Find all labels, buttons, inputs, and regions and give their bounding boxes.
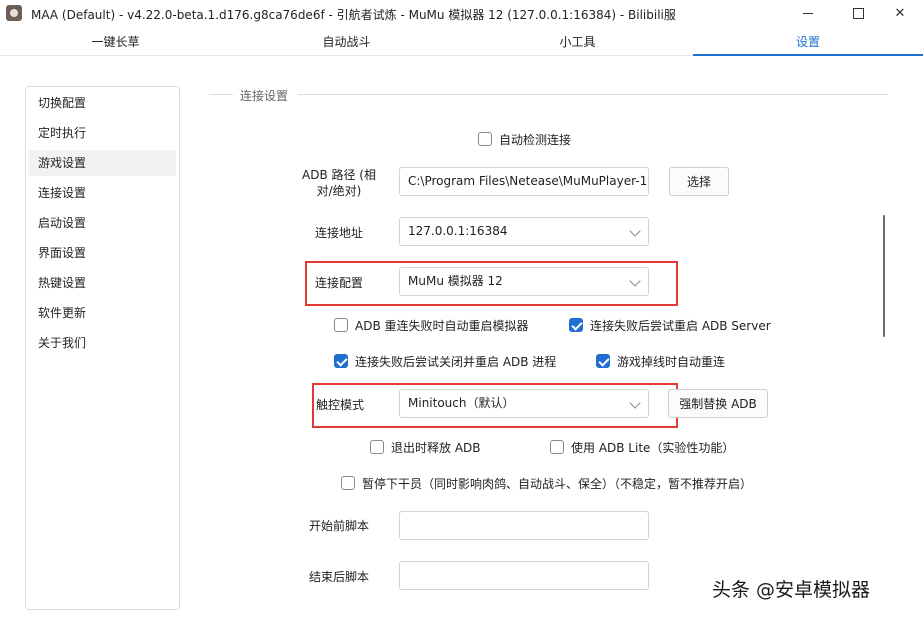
chevron-down-icon	[629, 225, 641, 237]
kill-restart-adb-label: 连接失败后尝试关闭并重启 ADB 进程	[355, 355, 557, 369]
section-title: 连接设置	[240, 89, 289, 103]
sidebar-item-startup[interactable]: 启动设置	[28, 210, 176, 236]
sidebar-item-switch-config[interactable]: 切换配置	[28, 90, 176, 116]
restart-adb-server-label: 连接失败后尝试重启 ADB Server	[590, 319, 771, 333]
restart-adb-server-checkbox[interactable]	[569, 318, 583, 332]
adb-path-input[interactable]: C:\Program Files\Netease\MuMuPlayer-1	[399, 167, 649, 196]
connection-config-value: MuMu 模拟器 12	[408, 274, 503, 288]
section-divider-right	[298, 94, 888, 95]
window-title: MAA (Default) - v4.22.0-beta.1.d176.g8ca…	[31, 8, 676, 22]
settings-sidebar: 切换配置 定时执行 游戏设置 连接设置 启动设置 界面设置 热键设置 软件更新 …	[25, 86, 180, 610]
tab-auto-battle[interactable]: 自动战斗	[231, 27, 462, 55]
tab-settings[interactable]: 设置	[693, 27, 923, 56]
title-bar: MAA (Default) - v4.22.0-beta.1.d176.g8ca…	[0, 0, 923, 27]
auto-detect-label: 自动检测连接	[499, 133, 572, 147]
adb-lite-checkbox[interactable]	[550, 440, 564, 454]
sidebar-item-about[interactable]: 关于我们	[28, 330, 176, 356]
adb-lite-label: 使用 ADB Lite（实验性功能）	[571, 441, 735, 455]
close-icon: ✕	[894, 6, 906, 21]
tab-one-click[interactable]: 一键长草	[0, 27, 231, 55]
pre-script-label: 开始前脚本	[308, 519, 369, 533]
auto-reconnect-label: 游戏掉线时自动重连	[617, 355, 726, 369]
pause-operator-checkbox[interactable]	[341, 476, 355, 490]
restart-emulator-label: ADB 重连失败时自动重启模拟器	[355, 319, 529, 333]
sidebar-item-connection[interactable]: 连接设置	[28, 180, 176, 206]
address-label: 连接地址	[314, 226, 363, 240]
release-adb-checkbox[interactable]	[370, 440, 384, 454]
post-script-label: 结束后脚本	[308, 570, 369, 584]
adb-path-label-line2: 对/绝对)	[316, 184, 362, 198]
chevron-down-icon	[629, 275, 641, 287]
sidebar-item-game-settings[interactable]: 游戏设置	[28, 150, 176, 176]
section-divider-left	[209, 94, 233, 95]
sidebar-item-updates[interactable]: 软件更新	[28, 300, 176, 326]
maximize-icon	[852, 8, 864, 19]
tab-tools[interactable]: 小工具	[462, 27, 693, 55]
kill-restart-adb-checkbox[interactable]	[334, 354, 348, 368]
watermark: 头条 @安卓模拟器	[712, 579, 871, 601]
sidebar-item-hotkeys[interactable]: 热键设置	[28, 270, 176, 296]
adb-path-label-line1: ADB 路径 (相	[302, 168, 376, 182]
pre-script-input[interactable]	[399, 511, 649, 540]
minimize-icon	[803, 13, 813, 14]
minimize-button[interactable]	[785, 0, 831, 27]
address-value: 127.0.0.1:16384	[408, 224, 508, 238]
touch-mode-value: Minitouch（默认）	[408, 396, 515, 410]
touch-mode-label: 触控模式	[315, 398, 364, 412]
chevron-down-icon	[629, 397, 641, 409]
connection-config-label: 连接配置	[314, 276, 363, 290]
adb-path-label: ADB 路径 (相 对/绝对)	[296, 167, 382, 199]
post-script-input[interactable]	[399, 561, 649, 590]
auto-reconnect-checkbox[interactable]	[596, 354, 610, 368]
force-replace-adb-button[interactable]: 强制替换 ADB	[668, 389, 768, 418]
address-combobox[interactable]: 127.0.0.1:16384	[399, 217, 649, 246]
main-tab-bar: 一键长草 自动战斗 小工具 设置	[0, 27, 923, 56]
pause-operator-label: 暂停下干员（同时影响肉鸽、自动战斗、保全）（不稳定，暂不推荐开启）	[362, 477, 753, 491]
vertical-scrollbar[interactable]	[883, 215, 885, 337]
connection-config-combobox[interactable]: MuMu 模拟器 12	[399, 267, 649, 296]
maximize-button[interactable]	[835, 0, 881, 27]
sidebar-item-ui[interactable]: 界面设置	[28, 240, 176, 266]
auto-detect-checkbox[interactable]	[478, 132, 492, 146]
touch-mode-combobox[interactable]: Minitouch（默认）	[399, 389, 649, 418]
sidebar-item-schedule[interactable]: 定时执行	[28, 120, 176, 146]
maa-app-icon	[6, 5, 22, 21]
select-adb-path-button[interactable]: 选择	[669, 167, 729, 196]
close-button[interactable]: ✕	[877, 0, 923, 27]
release-adb-label: 退出时释放 ADB	[391, 441, 481, 455]
restart-emulator-checkbox[interactable]	[334, 318, 348, 332]
